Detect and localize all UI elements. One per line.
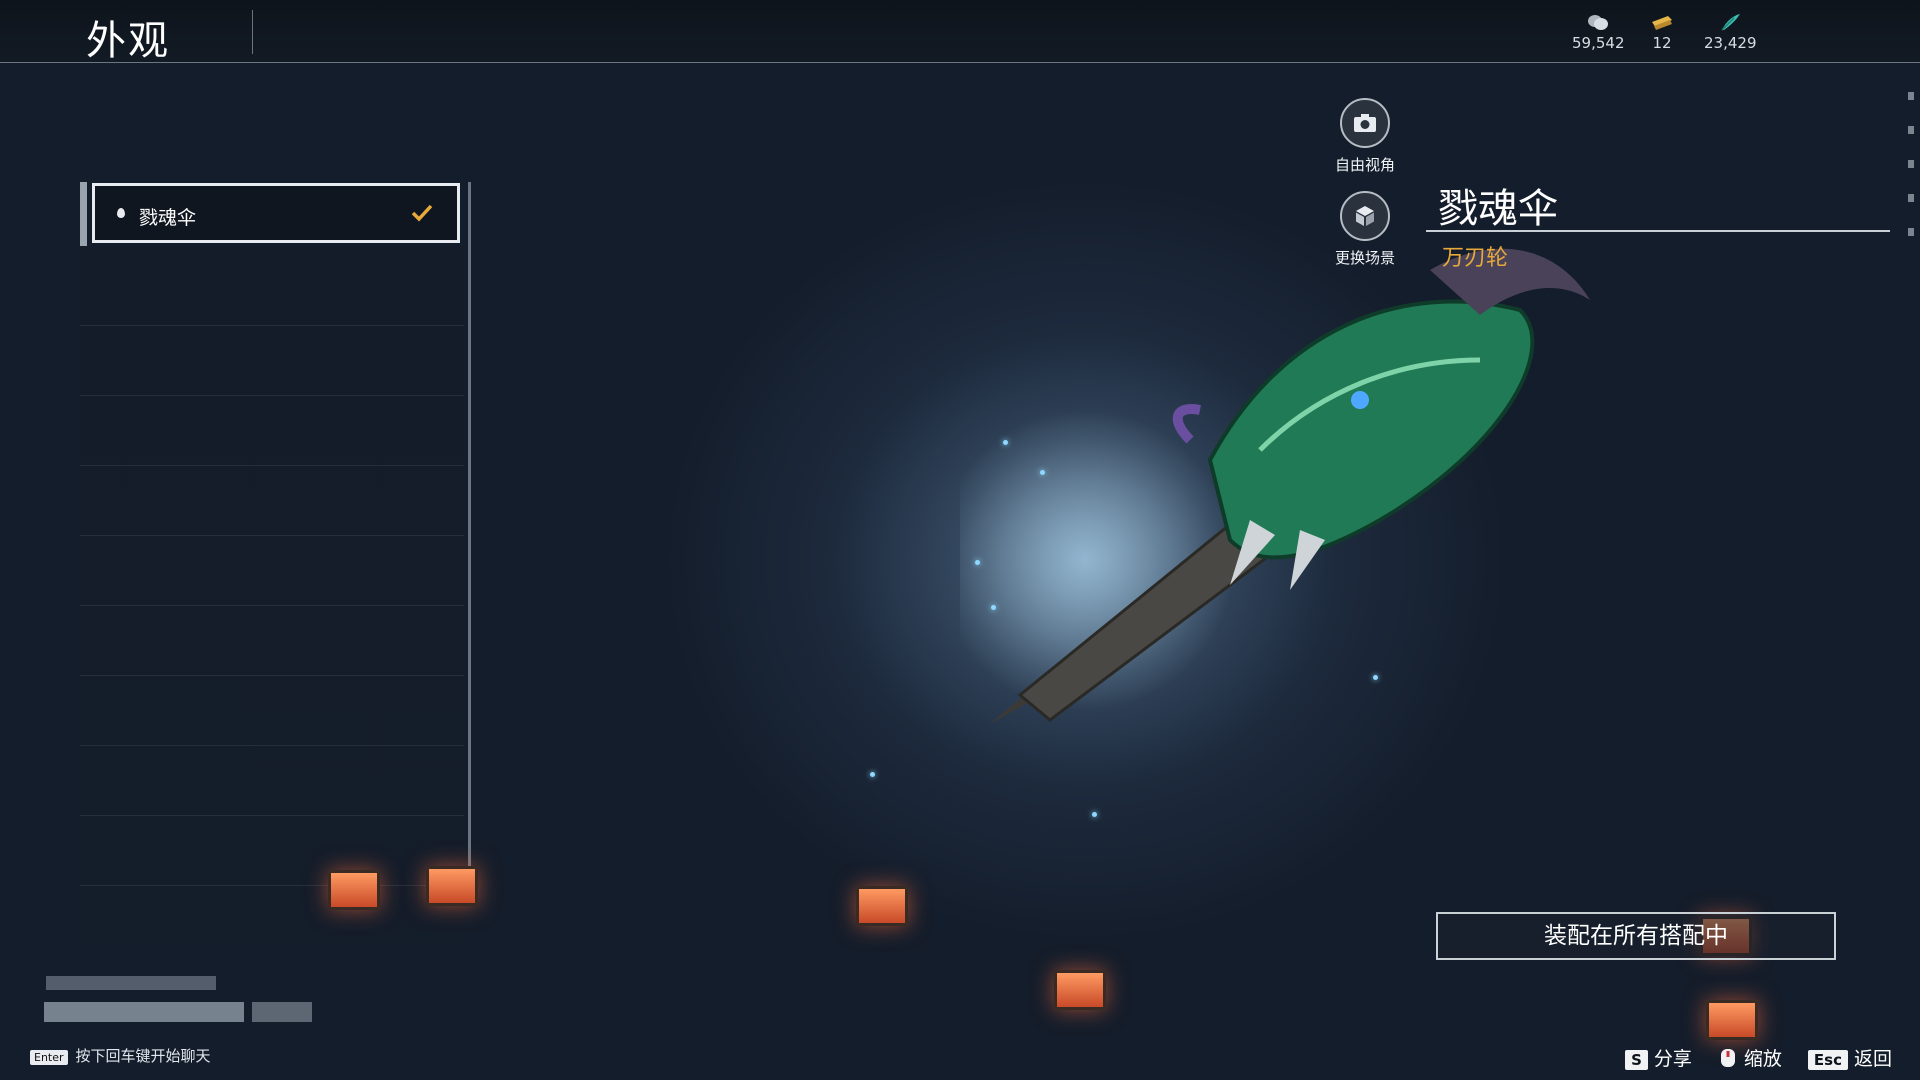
sparkle	[975, 560, 980, 565]
currency-feather-value: 23,429	[1704, 34, 1757, 52]
check-icon	[411, 204, 433, 222]
lantern	[856, 886, 908, 926]
currency-silver: 59,542	[1572, 12, 1625, 52]
free-view-button[interactable]: 自由视角	[1310, 98, 1420, 175]
lantern	[1054, 970, 1106, 1010]
zoom-button[interactable]: 缩放	[1718, 1044, 1782, 1071]
camera-icon	[1340, 98, 1390, 148]
list-item-lvhunsan[interactable]: 戮魂伞	[92, 183, 460, 243]
gold-ticket-icon	[1652, 16, 1672, 30]
page-indicator	[1908, 92, 1914, 272]
sparkle	[1373, 675, 1378, 680]
footer-hints: S 分享 缩放 Esc 返回	[1625, 1044, 1892, 1071]
back-label: 返回	[1853, 1048, 1892, 1070]
sparkle	[1040, 470, 1045, 475]
lantern	[426, 866, 478, 906]
free-view-label: 自由视角	[1334, 156, 1395, 174]
list-item-label: 戮魂伞	[139, 207, 197, 229]
page-title: 外观	[86, 18, 170, 64]
item-category: 万刃轮	[1442, 246, 1509, 271]
weapon-model-image	[960, 248, 1590, 725]
sparkle	[991, 605, 996, 610]
empty-slots	[80, 256, 464, 886]
lantern	[1706, 1000, 1758, 1040]
chat-preview	[38, 968, 368, 1038]
sparkle	[1092, 812, 1097, 817]
enter-key-icon: Enter	[30, 1050, 68, 1065]
list-scrollbar[interactable]	[468, 182, 471, 872]
equip-all-button[interactable]: 装配在所有搭配中	[1436, 912, 1836, 960]
sparkle	[870, 772, 875, 777]
item-name: 戮魂伞	[1438, 186, 1558, 232]
sparkle	[1003, 440, 1008, 445]
list-selection-accent	[80, 182, 87, 246]
rarity-icon	[117, 208, 125, 218]
lantern	[328, 870, 380, 910]
name-divider	[1426, 230, 1890, 232]
back-key: Esc	[1807, 1050, 1848, 1070]
currency-silver-value: 59,542	[1572, 34, 1625, 52]
back-button[interactable]: Esc 返回	[1807, 1044, 1892, 1071]
chat-hint-label: 按下回车键开始聊天	[75, 1047, 211, 1065]
title-divider	[252, 10, 253, 54]
share-button[interactable]: S 分享	[1625, 1044, 1692, 1071]
share-label: 分享	[1653, 1048, 1692, 1070]
currency-feather: 23,429	[1704, 12, 1757, 52]
chat-hint[interactable]: Enter 按下回车键开始聊天	[30, 1045, 211, 1066]
silver-coin-icon	[1588, 15, 1609, 30]
top-bar: 外观 59,542 12 23,429	[0, 0, 1920, 64]
jade-feather-icon	[1721, 14, 1741, 31]
currency-ticket-value: 12	[1652, 34, 1672, 52]
mouse-icon	[1720, 1049, 1735, 1067]
zoom-label: 缩放	[1743, 1048, 1782, 1070]
currency-ticket: 12	[1650, 12, 1674, 52]
share-key: S	[1625, 1050, 1648, 1070]
